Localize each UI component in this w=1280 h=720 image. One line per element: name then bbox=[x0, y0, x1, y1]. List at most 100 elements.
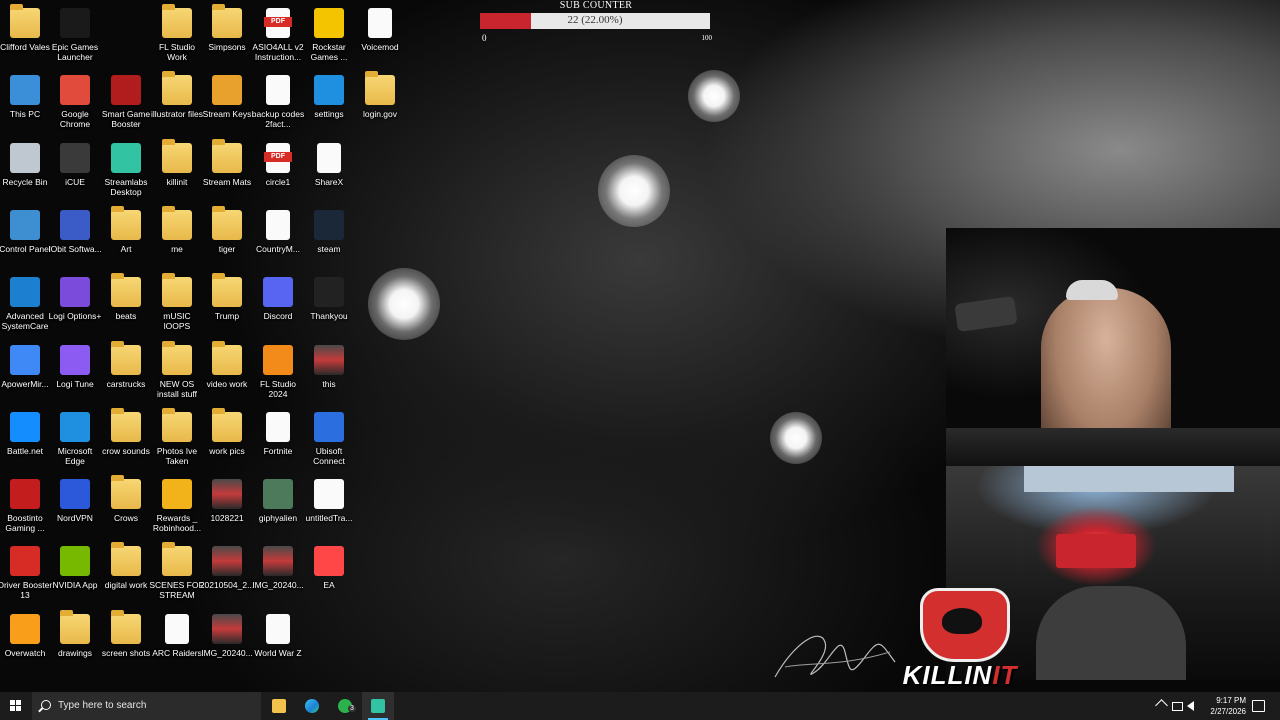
desktop-icon[interactable]: giphyalien bbox=[250, 479, 306, 523]
desktop-icon[interactable]: Trump bbox=[199, 273, 255, 321]
desktop-icon[interactable]: This PC bbox=[0, 75, 53, 119]
desktop-icon[interactable]: this bbox=[301, 344, 357, 389]
desktop-icon[interactable]: NordVPN bbox=[47, 479, 103, 523]
desktop-icon[interactable]: video work bbox=[199, 340, 255, 389]
desktop-icon[interactable]: digital work bbox=[98, 542, 154, 590]
desktop-icon[interactable]: CountryM... bbox=[250, 209, 306, 254]
desktop-icon-label: killinit bbox=[166, 176, 188, 187]
desktop-icon[interactable]: Art bbox=[98, 205, 154, 254]
desktop-icon[interactable]: Recycle Bin bbox=[0, 142, 53, 187]
desktop-icon[interactable]: Logi Options+ bbox=[47, 277, 103, 321]
desktop-icon[interactable]: Ubisoft Connect bbox=[301, 411, 357, 466]
desktop-icon[interactable]: Rewards _ Robinhood... bbox=[149, 479, 205, 533]
desktop-icon-label: screen shots bbox=[101, 647, 151, 658]
folder-icon bbox=[111, 475, 141, 510]
desktop-icon[interactable]: screen shots bbox=[98, 609, 154, 658]
desktop-icon[interactable]: 20210504_2... bbox=[199, 546, 255, 590]
folder-icon bbox=[365, 71, 395, 106]
desktop-icon[interactable]: Thankyou bbox=[301, 277, 357, 321]
network-icon[interactable] bbox=[1172, 702, 1183, 711]
desktop-icon[interactable]: steam bbox=[301, 209, 357, 254]
folder-icon bbox=[212, 407, 242, 442]
system-clock[interactable]: 9:17 PM 2/27/2026 bbox=[1198, 695, 1246, 717]
desktop-icon[interactable]: beats bbox=[98, 273, 154, 322]
desktop-icon[interactable]: Logi Tune bbox=[47, 344, 103, 389]
volume-icon[interactable] bbox=[1187, 701, 1194, 711]
desktop-icon[interactable]: Simpsons bbox=[199, 4, 255, 52]
taskbar-search[interactable]: Type here to search bbox=[32, 692, 261, 720]
taskbar-edge[interactable] bbox=[296, 692, 328, 720]
folder-icon bbox=[111, 340, 141, 375]
star-icon bbox=[162, 479, 192, 510]
desktop-icon[interactable]: ARC Raiders bbox=[149, 613, 205, 658]
taskbar-streamlabs[interactable] bbox=[362, 692, 394, 720]
desktop-icon-label: beats bbox=[115, 311, 137, 322]
desktop-icon[interactable]: FL Studio 2024 bbox=[250, 344, 306, 399]
wallpaper-glow bbox=[770, 412, 822, 464]
desktop-icon[interactable]: IMG_20240... bbox=[199, 613, 255, 658]
start-button[interactable] bbox=[0, 692, 32, 720]
desktop-icon[interactable]: carstrucks bbox=[98, 340, 154, 389]
desktop-icon-label: NVIDIA App bbox=[52, 580, 98, 591]
desktop-icon[interactable]: Microsoft Edge bbox=[47, 411, 103, 466]
desktop-icon[interactable]: settings bbox=[301, 75, 357, 119]
desktop-icon[interactable]: mUSIC lOOPS bbox=[149, 273, 205, 331]
desktop-icon[interactable]: ApowerMir... bbox=[0, 344, 53, 389]
desktop-icon[interactable]: Driver Booster 13 bbox=[0, 546, 53, 600]
desktop-icon[interactable]: IObit Softwa... bbox=[47, 209, 103, 254]
desktop-icon[interactable]: iCUE bbox=[47, 142, 103, 187]
desktop-icon[interactable]: Clifford Vales bbox=[0, 4, 53, 52]
desktop-icon[interactable]: killinit bbox=[149, 138, 205, 187]
desktop-icon[interactable]: work pics bbox=[199, 407, 255, 456]
desktop-icon[interactable]: Streamlabs Desktop bbox=[98, 142, 154, 197]
desktop-icon[interactable]: PDF circle1 bbox=[250, 142, 306, 187]
file-icon bbox=[266, 209, 290, 240]
desktop-icon[interactable]: Rockstar Games ... bbox=[301, 8, 357, 62]
desktop-icon[interactable]: EA bbox=[301, 546, 357, 590]
desktop-icon[interactable]: untitledTra... bbox=[301, 479, 357, 523]
desktop-icon[interactable]: Crows bbox=[98, 475, 154, 523]
desktop-icon[interactable]: World War Z bbox=[250, 613, 306, 658]
desktop-icon[interactable]: NEW OS install stuff bbox=[149, 340, 205, 399]
desktop-icon[interactable]: Boostinto Gaming ... bbox=[0, 479, 53, 533]
desktop-icon[interactable]: Discord bbox=[250, 277, 306, 321]
desktop-icon[interactable]: PDF ASIO4ALL v2 Instruction... bbox=[250, 8, 306, 62]
cap-image bbox=[1066, 280, 1118, 300]
desktop-icon[interactable]: Overwatch bbox=[0, 613, 53, 658]
desktop-icon[interactable]: Control Panel bbox=[0, 209, 53, 254]
desktop-icon[interactable]: Stream Mats bbox=[199, 138, 255, 187]
logo-wordmark: KILLINIT bbox=[880, 660, 1040, 691]
desktop-icon[interactable]: Voicemod bbox=[352, 8, 408, 52]
desktop-icon[interactable]: tiger bbox=[199, 205, 255, 254]
folder-icon bbox=[162, 205, 192, 240]
desktop-icon[interactable]: Google Chrome bbox=[47, 75, 103, 129]
desktop-icon[interactable]: Advanced SystemCare bbox=[0, 277, 53, 331]
search-placeholder: Type here to search bbox=[58, 700, 147, 711]
desktop-icon[interactable]: illustrator files bbox=[149, 71, 205, 119]
desktop-icon[interactable]: FL Studio Work bbox=[149, 4, 205, 62]
desktop-icon[interactable]: ShareX bbox=[301, 142, 357, 187]
desktop-icon[interactable]: me bbox=[149, 205, 205, 254]
desktop-icon[interactable]: crow sounds bbox=[98, 407, 154, 456]
chevron-up-icon[interactable] bbox=[1155, 699, 1168, 712]
taskbar-file-explorer[interactable] bbox=[263, 692, 295, 720]
desktop-icon[interactable]: Fortnite bbox=[250, 411, 306, 456]
desktop-icon-label: Photos Ive Taken bbox=[156, 445, 198, 466]
desktop-icon[interactable]: Photos Ive Taken bbox=[149, 407, 205, 466]
desktop-icon-label: this bbox=[322, 378, 336, 389]
desktop-icon[interactable]: drawings bbox=[47, 609, 103, 658]
desktop-icon[interactable]: 1028221 bbox=[199, 479, 255, 523]
desktop-icon[interactable]: NVIDIA App bbox=[47, 546, 103, 590]
desktop-icon-label: Fortnite bbox=[263, 445, 293, 456]
desktop-icon[interactable]: backup codes 2fact... bbox=[250, 75, 306, 129]
desktop-icon-label: EA bbox=[323, 580, 335, 591]
desktop-icon[interactable]: IMG_20240... bbox=[250, 546, 306, 590]
desktop-icon[interactable]: Battle.net bbox=[0, 411, 53, 456]
notification-icon[interactable] bbox=[1252, 700, 1265, 712]
desktop-icon[interactable]: Stream Keys bbox=[199, 75, 255, 119]
taskbar-xbox[interactable]: 3 bbox=[329, 692, 361, 720]
desktop-icon[interactable]: SCENES FOR STREAM bbox=[149, 542, 205, 600]
desktop-icon[interactable]: login.gov bbox=[352, 71, 408, 119]
desktop-icon[interactable]: Smart Game Booster bbox=[98, 75, 154, 129]
desktop-icon[interactable]: Epic Games Launcher bbox=[47, 8, 103, 62]
